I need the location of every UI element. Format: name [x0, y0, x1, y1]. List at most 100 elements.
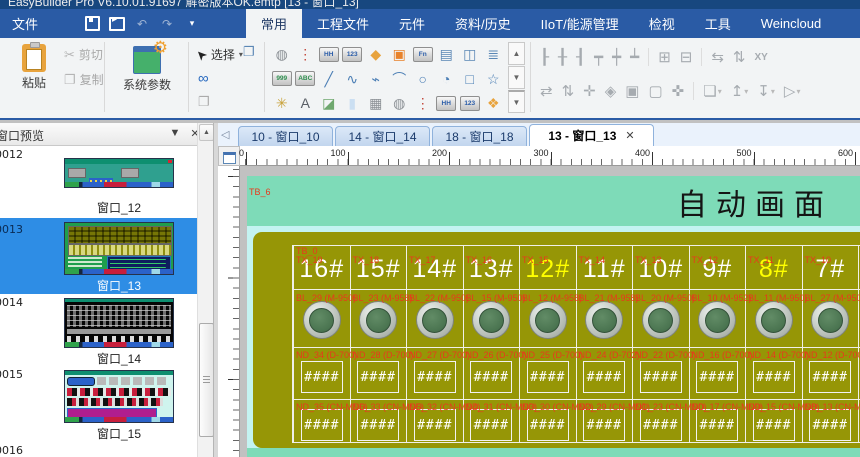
tab-scroll-left-icon[interactable]: ◁ — [221, 128, 229, 141]
menu-tab-工程文件[interactable]: 工程文件 — [302, 9, 384, 38]
distribute-h-icon[interactable]: ⇆ — [711, 48, 724, 66]
numeric-display[interactable]: #### — [583, 409, 625, 441]
star-icon[interactable]: ☆ — [482, 67, 506, 92]
numeric-cell[interactable]: ####ND_14 (D-700) — [746, 347, 802, 399]
numeric-cell[interactable]: ####ND_13 (CN-MD7) — [803, 399, 859, 442]
numeric-display[interactable]: #### — [753, 361, 795, 393]
numeric-cell[interactable]: ####ND_12 (D-700) — [803, 347, 859, 399]
bit-lamp[interactable] — [698, 301, 736, 339]
bit-lamp[interactable] — [755, 301, 793, 339]
doc-tab-10 - 窗口_10[interactable]: 10 - 窗口_10 — [238, 126, 333, 146]
window-thumbnail-0015[interactable] — [64, 370, 174, 423]
dropdown-icon[interactable]: ▾ — [718, 87, 722, 96]
numeric-display[interactable]: #### — [527, 361, 569, 393]
window-caption[interactable]: 窗口_15 — [64, 425, 174, 442]
lamp-cell[interactable]: BL_29 (M-950) — [294, 289, 350, 347]
fn-key-icon[interactable]: Fn — [411, 42, 435, 67]
save-icon[interactable] — [84, 16, 100, 32]
numeric-cell[interactable]: ####ND_24 (D-702) — [577, 347, 633, 399]
layer-icon[interactable]: ❏▾ — [703, 82, 721, 100]
bit-lamp[interactable] — [359, 301, 397, 339]
picture-icon[interactable]: ◪ — [317, 91, 341, 116]
customize-dropdown-icon[interactable]: ▾ — [184, 16, 200, 32]
line-icon[interactable]: ╱ — [317, 67, 341, 92]
align-middle-icon[interactable]: ┿ — [612, 48, 621, 66]
collapse-icon[interactable]: ▼ — [167, 127, 183, 139]
distribute-v-icon[interactable]: ⇅ — [733, 48, 746, 66]
text-icon[interactable]: A — [294, 91, 318, 116]
menu-tab-检视[interactable]: 检视 — [634, 9, 690, 38]
window-caption[interactable]: 窗口_12 — [64, 199, 174, 216]
numeric-display[interactable]: #### — [470, 361, 512, 393]
numeric-key-icon[interactable]: 999 — [270, 67, 294, 92]
copy-button[interactable]: ❐ 复制 — [64, 71, 104, 88]
numeric-cell[interactable]: ####ND_26 (D-700) — [464, 347, 520, 399]
undo-icon[interactable]: ↶ — [134, 16, 150, 32]
numeric-display[interactable]: #### — [527, 409, 569, 441]
align-bottom-icon[interactable]: ┷ — [630, 48, 639, 66]
lamp-cell[interactable]: BL_11 (M-950) — [746, 289, 802, 347]
numeric-display[interactable]: #### — [470, 409, 512, 441]
numeric-display[interactable]: #### — [357, 361, 399, 393]
bit-lamp[interactable] — [529, 301, 567, 339]
paste-button[interactable]: 粘贴 — [8, 44, 60, 91]
numeric-cell[interactable]: ####ND_25 (D-700) — [520, 347, 576, 399]
doc-tab-18 - 窗口_18[interactable]: 18 - 窗口_18 — [432, 126, 527, 146]
pin-icon[interactable]: ✜ — [672, 82, 685, 100]
scroll-down-icon[interactable]: ▼ — [508, 66, 525, 89]
new-window-icon[interactable]: ❐ — [243, 44, 255, 60]
bit-lamp[interactable] — [811, 301, 849, 339]
menu-tab-工具[interactable]: 工具 — [690, 9, 746, 38]
panel-scrollbar[interactable]: ▲ — [197, 123, 213, 457]
numeric-cell[interactable]: ####ND_31 (CN-MD3) — [464, 399, 520, 442]
station-label-cell[interactable]: 15#TX_18 — [351, 246, 407, 289]
group-icon[interactable]: ▣ — [625, 82, 639, 100]
bit-lamp2-icon[interactable]: ◍ — [388, 91, 412, 116]
set-bit-key-icon[interactable]: HH — [317, 42, 341, 67]
nudge-left-icon[interactable]: ⇄ — [540, 82, 553, 100]
design-surface[interactable]: TB_6 自动画面 TB_0 16#TX_19BL_29 (M-950)####… — [240, 166, 860, 457]
same-height-icon[interactable]: ⊟ — [680, 48, 693, 66]
bit-lamp[interactable] — [585, 301, 623, 339]
station-label-cell[interactable]: 11#TX_14 — [577, 246, 633, 289]
lamp-cell[interactable]: BL_22 (M-950) — [407, 289, 463, 347]
lasso-icon[interactable]: ∞ — [198, 70, 209, 87]
hmi-header-band[interactable]: TB_6 自动画面 — [247, 176, 860, 226]
hmi-window[interactable]: TB_6 自动画面 TB_0 16#TX_19BL_29 (M-950)####… — [247, 176, 860, 457]
numeric-display[interactable]: #### — [809, 361, 851, 393]
slider-icon[interactable]: ◫ — [458, 42, 482, 67]
select-tool[interactable]: ➤ 选择 ▾ — [196, 46, 243, 63]
numeric-cell[interactable]: ####ND_17 (CN-MD9) — [690, 399, 746, 442]
lamp-cell[interactable]: BL_23 (M-958) — [351, 289, 407, 347]
lamp-cell[interactable]: BL_27 (M-950) — [803, 289, 859, 347]
numeric-display[interactable]: #### — [301, 361, 343, 393]
macro-icon[interactable]: ❖ — [482, 91, 506, 116]
doc-tab-13 - 窗口_13[interactable]: 13 - 窗口_13✕ — [529, 124, 654, 146]
window-caption[interactable]: 窗口_13 — [64, 277, 174, 294]
bring-forward-icon[interactable]: ↥▾ — [731, 82, 749, 100]
multi-state-lamp2-icon[interactable]: ⋮ — [411, 91, 435, 116]
window-thumbnail-0013[interactable] — [64, 222, 174, 275]
numeric-cell[interactable]: ####ND_32 (CN-MD4) — [407, 399, 463, 442]
bit-lamp[interactable] — [303, 301, 341, 339]
pie-icon[interactable]: ◔ — [435, 67, 459, 92]
file-menu-button[interactable]: 文件 — [0, 9, 50, 38]
filled-rect-icon[interactable]: ▮ — [341, 91, 365, 116]
numeric-display[interactable]: #### — [696, 361, 738, 393]
bit-lamp[interactable] — [416, 301, 454, 339]
numeric-display[interactable]: #### — [809, 409, 851, 441]
hmi-title-text[interactable]: 自动画面 — [677, 180, 833, 224]
bit-lamp-icon[interactable]: ◍ — [270, 42, 294, 67]
hmi-panel[interactable]: TB_0 16#TX_19BL_29 (M-950)####ND_34 (D-7… — [253, 232, 860, 448]
numeric-cell[interactable]: ####ND_27 (D-700) — [407, 347, 463, 399]
station-label-cell[interactable]: 12#TX_15 — [520, 246, 576, 289]
numeric-cell[interactable]: ####ND_23 (CN-MD0) — [633, 399, 689, 442]
toggle-switch-icon[interactable]: ▣ — [388, 42, 412, 67]
dropdown-icon[interactable]: ▾ — [771, 87, 775, 96]
numeric-display[interactable]: #### — [753, 409, 795, 441]
numeric-cell[interactable]: ####ND_16 (D-700) — [690, 347, 746, 399]
circle-icon[interactable]: ○ — [411, 67, 435, 92]
lamp-cell[interactable]: BL_21 (M-958) — [577, 289, 633, 347]
numeric-cell[interactable]: ####ND_29 (CN-MD1) — [577, 399, 633, 442]
numeric-cell[interactable]: ####ND_34 (D-700) — [294, 347, 350, 399]
